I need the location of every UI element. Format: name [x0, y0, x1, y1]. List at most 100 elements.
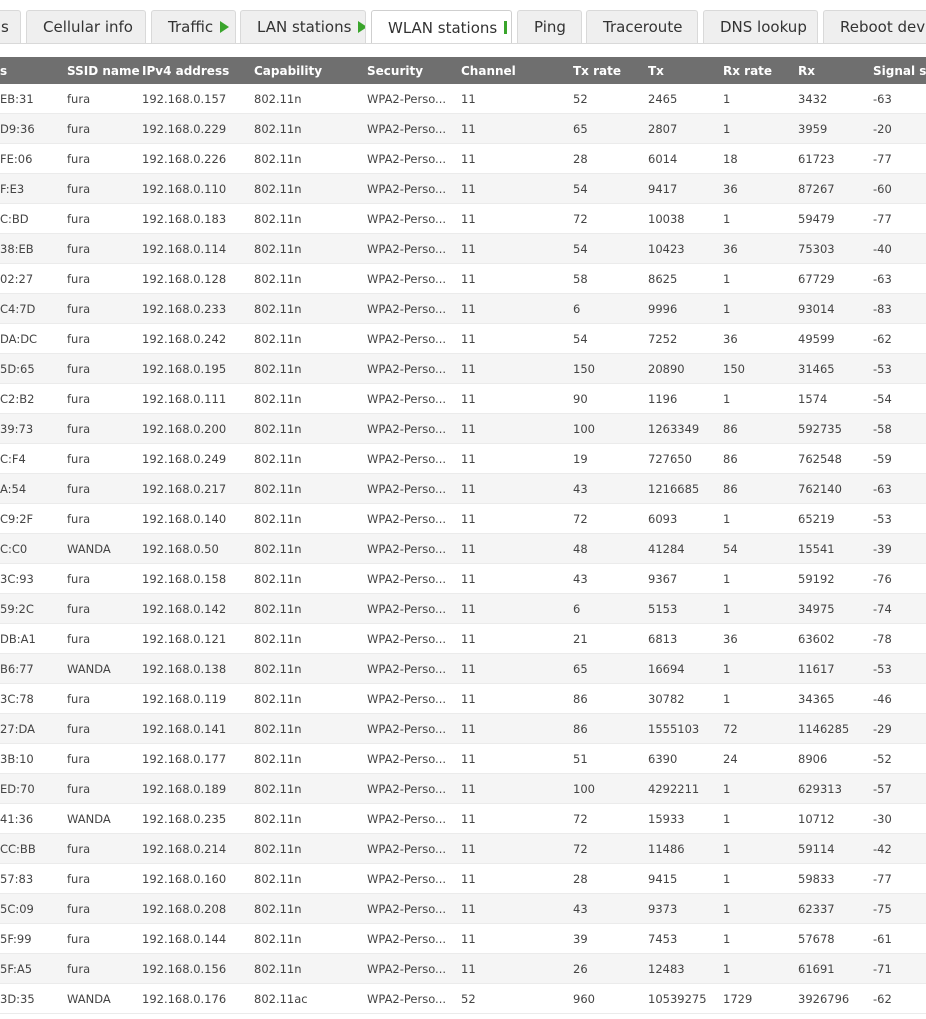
column-header-tx[interactable]: Tx: [648, 64, 664, 78]
ssid-cell: fura: [67, 452, 91, 466]
rx-rate-cell: 1: [723, 872, 731, 886]
table-row[interactable]: 27:DA fura 192.168.0.141 802.11n WPA2-Perso.…: [0, 714, 926, 744]
tab-cellular-info[interactable]: Cellular info: [26, 10, 146, 43]
table-row[interactable]: C:C0 WANDA 192.168.0.50 802.11n WPA2-Perso..…: [0, 534, 926, 564]
table-row[interactable]: F:E3 fura 192.168.0.110 802.11n WPA2-Perso..…: [0, 174, 926, 204]
table-row[interactable]: EB:31 fura 192.168.0.157 802.11n WPA2-Perso.…: [0, 84, 926, 114]
column-header-channel[interactable]: Channel: [461, 64, 516, 78]
security-cell: WPA2-Perso...: [367, 782, 447, 796]
channel-cell: 11: [461, 542, 476, 556]
tab-lan-stations[interactable]: LAN stations: [240, 10, 366, 43]
table-row[interactable]: 38:EB fura 192.168.0.114 802.11n WPA2-Perso.…: [0, 234, 926, 264]
ssid-cell: fura: [67, 212, 91, 226]
table-row[interactable]: B6:77 WANDA 192.168.0.138 802.11n WPA2-Perso…: [0, 654, 926, 684]
capability-cell: 802.11n: [254, 542, 302, 556]
table-row[interactable]: 3C:93 fura 192.168.0.158 802.11n WPA2-Perso.…: [0, 564, 926, 594]
signal-cell: -60: [873, 182, 892, 196]
ipv4-cell: 192.168.0.111: [142, 392, 227, 406]
table-row[interactable]: 41:36 WANDA 192.168.0.235 802.11n WPA2-Perso…: [0, 804, 926, 834]
table-row[interactable]: C4:7D fura 192.168.0.233 802.11n WPA2-Perso.…: [0, 294, 926, 324]
column-header-rx-rate[interactable]: Rx rate: [723, 64, 772, 78]
table-row[interactable]: D9:36 fura 192.168.0.229 802.11n WPA2-Perso.…: [0, 114, 926, 144]
tab-reboot-device[interactable]: Reboot devi: [823, 10, 926, 43]
rx-cell: 762548: [798, 452, 842, 466]
rx-cell: 59114: [798, 842, 835, 856]
table-row[interactable]: C2:B2 fura 192.168.0.111 802.11n WPA2-Perso.…: [0, 384, 926, 414]
signal-cell: -62: [873, 992, 892, 1006]
table-row[interactable]: 3B:10 fura 192.168.0.177 802.11n WPA2-Perso.…: [0, 744, 926, 774]
tab-status[interactable]: s: [0, 10, 21, 43]
security-cell: WPA2-Perso...: [367, 842, 447, 856]
ssid-cell: fura: [67, 422, 91, 436]
channel-cell: 11: [461, 122, 476, 136]
signal-cell: -71: [873, 962, 892, 976]
security-cell: WPA2-Perso...: [367, 902, 447, 916]
security-cell: WPA2-Perso...: [367, 392, 447, 406]
pause-icon[interactable]: [504, 21, 511, 34]
security-cell: WPA2-Perso...: [367, 122, 447, 136]
security-cell: WPA2-Perso...: [367, 212, 447, 226]
rx-rate-cell: 1729: [723, 992, 753, 1006]
table-row[interactable]: DB:A1 fura 192.168.0.121 802.11n WPA2-Perso.…: [0, 624, 926, 654]
rx-rate-cell: 1: [723, 662, 731, 676]
table-row[interactable]: 39:73 fura 192.168.0.200 802.11n WPA2-Perso.…: [0, 414, 926, 444]
play-icon[interactable]: [220, 21, 230, 33]
table-row[interactable]: C:F4 fura 192.168.0.249 802.11n WPA2-Perso..…: [0, 444, 926, 474]
column-header-ssid[interactable]: SSID name: [67, 64, 140, 78]
ssid-cell: WANDA: [67, 662, 111, 676]
tx-cell: 2465: [648, 92, 678, 106]
ipv4-cell: 192.168.0.141: [142, 722, 227, 736]
column-header-signal-strength[interactable]: Signal st: [873, 64, 926, 78]
tx-rate-cell: 21: [573, 632, 588, 646]
table-row[interactable]: C9:2F fura 192.168.0.140 802.11n WPA2-Perso.…: [0, 504, 926, 534]
capability-cell: 802.11n: [254, 722, 302, 736]
signal-cell: -61: [873, 932, 892, 946]
capability-cell: 802.11n: [254, 392, 302, 406]
table-row[interactable]: A:54 fura 192.168.0.217 802.11n WPA2-Perso..…: [0, 474, 926, 504]
tab-traceroute[interactable]: Traceroute: [586, 10, 698, 43]
table-row[interactable]: 3D:35 WANDA 192.168.0.176 802.11ac WPA2-Pers…: [0, 984, 926, 1014]
rx-rate-cell: 1: [723, 932, 731, 946]
table-row[interactable]: DA:DC fura 192.168.0.242 802.11n WPA2-Perso.…: [0, 324, 926, 354]
capability-cell: 802.11n: [254, 362, 302, 376]
tab-ping[interactable]: Ping: [517, 10, 582, 43]
column-header-security[interactable]: Security: [367, 64, 423, 78]
table-row[interactable]: 5C:09 fura 192.168.0.208 802.11n WPA2-Perso.…: [0, 894, 926, 924]
table-row[interactable]: ED:70 fura 192.168.0.189 802.11n WPA2-Perso.…: [0, 774, 926, 804]
channel-cell: 11: [461, 602, 476, 616]
table-row[interactable]: 57:83 fura 192.168.0.160 802.11n WPA2-Perso.…: [0, 864, 926, 894]
ssid-cell: fura: [67, 872, 91, 886]
signal-cell: -42: [873, 842, 892, 856]
capability-cell: 802.11n: [254, 272, 302, 286]
rx-rate-cell: 1: [723, 392, 731, 406]
column-header-tx-rate[interactable]: Tx rate: [573, 64, 621, 78]
table-row[interactable]: 5F:99 fura 192.168.0.144 802.11n WPA2-Perso.…: [0, 924, 926, 954]
tab-wlan-stations[interactable]: WLAN stations: [371, 10, 512, 44]
table-row[interactable]: 02:27 fura 192.168.0.128 802.11n WPA2-Perso.…: [0, 264, 926, 294]
signal-cell: -46: [873, 692, 892, 706]
play-icon[interactable]: [358, 21, 365, 33]
table-row[interactable]: C:BD fura 192.168.0.183 802.11n WPA2-Perso..…: [0, 204, 926, 234]
column-header-capability[interactable]: Capability: [254, 64, 322, 78]
mac-cell: 3D:35: [0, 992, 35, 1006]
ipv4-cell: 192.168.0.142: [142, 602, 227, 616]
channel-cell: 11: [461, 92, 476, 106]
column-header-ipv4[interactable]: IPv4 address: [142, 64, 229, 78]
mac-cell: C2:B2: [0, 392, 35, 406]
tx-rate-cell: 51: [573, 752, 588, 766]
tab-traffic[interactable]: Traffic: [151, 10, 236, 43]
tx-rate-cell: 86: [573, 722, 588, 736]
channel-cell: 11: [461, 182, 476, 196]
table-row[interactable]: 5F:A5 fura 192.168.0.156 802.11n WPA2-Perso.…: [0, 954, 926, 984]
table-row[interactable]: 5D:65 fura 192.168.0.195 802.11n WPA2-Perso.…: [0, 354, 926, 384]
table-row[interactable]: 59:2C fura 192.168.0.142 802.11n WPA2-Perso.…: [0, 594, 926, 624]
table-row[interactable]: 3C:78 fura 192.168.0.119 802.11n WPA2-Perso.…: [0, 684, 926, 714]
table-row[interactable]: FE:06 fura 192.168.0.226 802.11n WPA2-Perso.…: [0, 144, 926, 174]
column-header-mac[interactable]: s: [0, 64, 7, 78]
signal-cell: -59: [873, 452, 892, 466]
table-row[interactable]: CC:BB fura 192.168.0.214 802.11n WPA2-Perso.…: [0, 834, 926, 864]
column-header-rx[interactable]: Rx: [798, 64, 815, 78]
ssid-cell: fura: [67, 392, 91, 406]
tx-cell: 9417: [648, 182, 678, 196]
tab-dns-lookup[interactable]: DNS lookup: [703, 10, 818, 43]
